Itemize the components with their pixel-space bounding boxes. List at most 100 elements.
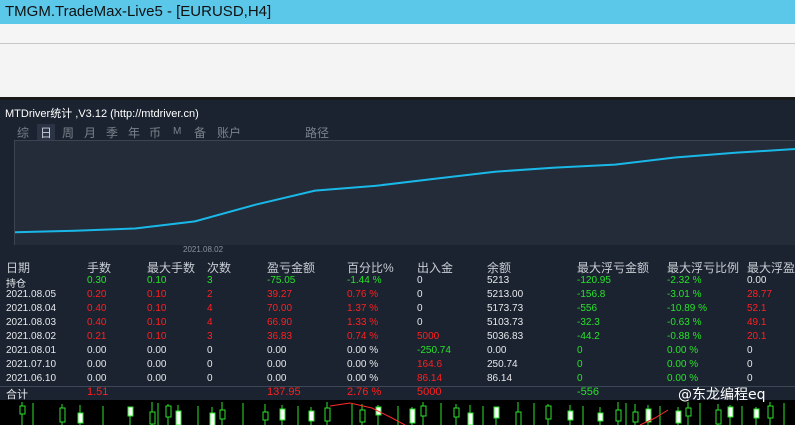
cell-lots: 0.20 <box>87 289 107 300</box>
cell-max-lots: 0.10 <box>147 275 167 286</box>
cell-lots: 0.00 <box>87 373 107 384</box>
cell-pnl: 0.00 <box>267 359 287 370</box>
cell-max-float-loss: -44.2 <box>577 331 600 342</box>
cell-count: 3 <box>207 331 213 342</box>
candle-body <box>597 412 604 422</box>
cell-pct: 1.37 % <box>347 303 379 314</box>
cell-pct: 1.33 % <box>347 317 379 328</box>
tab-path[interactable]: 路径 <box>305 124 329 141</box>
candle-body <box>767 405 774 419</box>
candle-body <box>77 412 84 424</box>
cell-max-float-loss: -32.3 <box>577 317 600 328</box>
header-max-float-profit: 最大浮盈 <box>747 261 795 275</box>
cell-max-lots: 0.10 <box>147 289 167 300</box>
candle-body <box>632 411 639 423</box>
tab-monthly[interactable]: 月 <box>84 124 96 141</box>
cell-max-float-ratio: -0.63 % <box>667 317 702 328</box>
candle-body <box>453 407 460 418</box>
x-tick-label: 2021.08.02 <box>183 245 224 254</box>
header-lots: 手数 <box>87 261 112 275</box>
price-chart-strip <box>0 400 795 425</box>
cell-io: -250.74 <box>417 345 451 356</box>
cell-date: 2021.08.01 <box>6 345 57 356</box>
header-max-lots: 最大手数 <box>147 261 196 275</box>
candle-body <box>127 406 134 417</box>
cell-date: 2021.07.10 <box>6 359 57 370</box>
cell-balance: 86.14 <box>487 373 513 384</box>
cell-max-float-ratio: -10.89 % <box>667 303 708 314</box>
tab-summary[interactable]: 综 <box>17 124 29 141</box>
candle-body <box>279 408 286 421</box>
cell-date: 2021.06.10 <box>6 373 57 384</box>
cell-max-float-profit: 20.1 <box>747 331 767 342</box>
cell-pnl: 66.90 <box>267 317 293 328</box>
table-row: 2021.07.10 0.00 0.00 0 0.00 0.00 % 164.6 250.74… <box>0 359 795 373</box>
header-date: 日期 <box>6 261 31 275</box>
candle-body <box>493 406 500 419</box>
total-io: 5000 <box>417 386 442 398</box>
cell-balance: 0.00 <box>487 345 507 356</box>
chart-area-blank <box>0 44 795 97</box>
cell-lots: 0.00 <box>87 359 107 370</box>
toolbar <box>0 24 795 44</box>
cell-lots: 0.40 <box>87 317 107 328</box>
candle-body <box>467 412 474 425</box>
candle-body <box>545 405 552 420</box>
candle-body <box>175 410 182 425</box>
candle-body <box>59 407 66 423</box>
cell-max-lots: 0.00 <box>147 373 167 384</box>
cell-count: 0 <box>207 373 213 384</box>
tab-weekly[interactable]: 周 <box>62 124 74 141</box>
table-header: 日期 手数 最大手数 次数 盈亏金额 百分比% 出入金 余额 最大浮亏金额 最大… <box>0 259 795 275</box>
tab-yearly[interactable]: 年 <box>128 124 140 141</box>
tab-quarterly[interactable]: 季 <box>106 124 118 141</box>
header-balance: 余额 <box>487 261 512 275</box>
tab-notes[interactable]: 备 <box>194 124 206 141</box>
cell-max-lots: 0.10 <box>147 317 167 328</box>
candle-body <box>359 409 366 423</box>
cell-lots: 0.21 <box>87 331 107 342</box>
cell-pct: 0.00 % <box>347 373 379 384</box>
cell-io: 0 <box>417 289 423 300</box>
cell-pct: -1.44 % <box>347 275 382 286</box>
cell-io: 0 <box>417 317 423 328</box>
candle-body <box>420 405 427 417</box>
equity-chart <box>14 140 795 245</box>
cell-balance: 5103.73 <box>487 317 524 328</box>
tab-currency[interactable]: 币 <box>149 124 161 141</box>
cell-pnl: 36.83 <box>267 331 293 342</box>
cell-date: 2021.08.03 <box>6 317 57 328</box>
tab-account[interactable]: 账户 <box>217 124 241 141</box>
cell-max-float-loss: 0 <box>577 373 583 384</box>
moving-average-line <box>329 402 406 425</box>
table-row: 2021.08.01 0.00 0.00 0 0.00 0.00 % -250.74 0.00… <box>0 345 795 359</box>
cell-max-lots: 0.00 <box>147 359 167 370</box>
candle-body <box>675 410 682 424</box>
header-max-float-ratio: 最大浮亏比例 <box>667 261 740 275</box>
cell-count: 0 <box>207 359 213 370</box>
cell-pct: 0.00 % <box>347 359 379 370</box>
cell-max-float-loss: 0 <box>577 345 583 356</box>
total-row: 合计 1.51 137.95 2.76 % 5000 -556 <box>0 386 795 401</box>
stats-panel: MTDriver统计 ,V3.12 (http://mtdriver.cn) 综… <box>0 100 795 425</box>
cell-max-float-profit: 28.77 <box>747 289 773 300</box>
moving-average-line <box>639 409 669 425</box>
candle-body <box>515 411 522 425</box>
candle-body <box>727 406 734 418</box>
header-max-float-loss: 最大浮亏金额 <box>577 261 650 275</box>
cell-balance: 250.74 <box>487 359 518 370</box>
cell-count: 3 <box>207 275 213 286</box>
candle-body <box>324 407 331 422</box>
cell-balance: 5213.00 <box>487 289 524 300</box>
cell-balance: 5036.83 <box>487 331 524 342</box>
cell-date: 2021.08.04 <box>6 303 57 314</box>
tab-daily[interactable]: 日 <box>37 124 56 141</box>
tab-m[interactable]: M <box>173 126 181 137</box>
candle-body <box>715 409 722 425</box>
cell-max-lots: 0.10 <box>147 331 167 342</box>
candle-body <box>567 410 574 421</box>
window-title: TMGM.TradeMax-Live5 - [EURUSD,H4] <box>5 3 272 20</box>
total-max-float-loss: -556 <box>577 386 600 398</box>
candle-body <box>308 410 315 422</box>
cell-max-float-ratio: -2.32 % <box>667 275 702 286</box>
